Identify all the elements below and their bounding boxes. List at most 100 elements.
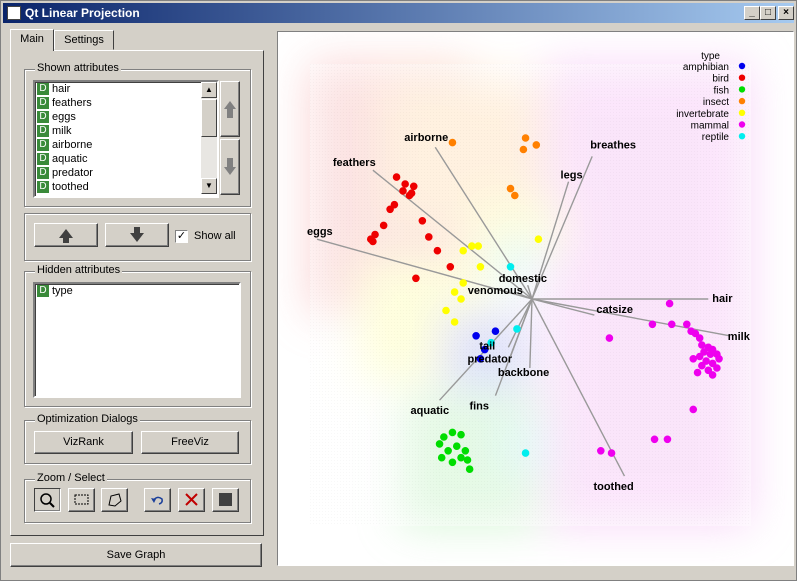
shown-list-scrollbar[interactable]: ▲ ▼ [201, 82, 217, 194]
data-point-mammal [663, 435, 672, 444]
shown-attributes-label: Shown attributes [35, 62, 121, 74]
close-button[interactable]: × [778, 6, 794, 20]
rect-select-button[interactable] [68, 488, 95, 512]
tab-main[interactable]: Main [10, 29, 54, 51]
discrete-attribute-icon: D [37, 139, 49, 152]
data-point-fish [463, 456, 472, 464]
data-point-bird [369, 237, 377, 246]
data-point-fish [457, 430, 465, 439]
legend-title: type [701, 51, 720, 62]
delete-icon [185, 493, 198, 506]
move-down-button[interactable] [220, 139, 240, 195]
show-all-label: Show all [194, 230, 236, 242]
data-point-mammal [695, 334, 704, 342]
data-point-mammal [698, 341, 706, 349]
move-up-button[interactable] [220, 81, 240, 137]
list-item[interactable]: Daquatic [35, 152, 217, 166]
attribute-label: milk [52, 125, 72, 137]
anchor-label-venomous: venomous [468, 285, 523, 297]
show-all-checkbox[interactable]: ✓ [175, 230, 188, 243]
data-point-mammal [693, 368, 702, 377]
minimize-button[interactable]: _ [744, 6, 760, 20]
arrow-down-icon [224, 158, 236, 175]
magnifier-icon [40, 493, 55, 508]
undo-selection-button[interactable] [144, 488, 171, 512]
data-point-fish [457, 453, 465, 462]
anchor-label-breathes: breathes [590, 139, 636, 151]
send-selection-button[interactable] [212, 488, 239, 512]
data-point-bird [386, 205, 394, 214]
attribute-label: hair [52, 83, 71, 95]
optimization-label: Optimization Dialogs [35, 413, 140, 425]
legend-marker-bird [738, 74, 746, 81]
zoom-button[interactable] [34, 488, 61, 512]
anchor-label-backbone: backbone [498, 367, 549, 379]
data-point-invertebrate [459, 279, 468, 287]
data-point-fish [437, 453, 446, 462]
list-item[interactable]: Dpredator [35, 166, 217, 180]
attribute-label: eggs [52, 111, 76, 123]
data-point-invertebrate [468, 242, 476, 250]
data-point-bird [401, 180, 409, 188]
plot-area[interactable]: airborne breathes legs feathers eggs domestic… [277, 31, 794, 566]
attribute-label: toothed [52, 181, 89, 193]
list-item[interactable]: Deggs [35, 110, 217, 124]
list-item[interactable]: Dairborne [35, 138, 217, 152]
linear-projection-chart[interactable]: airborne breathes legs feathers eggs domestic… [278, 32, 793, 565]
discrete-attribute-icon: D [37, 125, 49, 138]
data-point-fish [448, 458, 457, 467]
data-point-bird [409, 182, 418, 191]
vizrank-button[interactable]: VizRank [34, 431, 133, 454]
legend-label-bird: bird [712, 74, 729, 85]
add-attribute-button[interactable] [34, 223, 98, 247]
discrete-attribute-icon: D [37, 153, 49, 166]
data-point-mammal [650, 435, 659, 444]
discrete-attribute-icon: D [37, 181, 49, 194]
polygon-select-button[interactable] [101, 488, 128, 512]
data-point-insect [448, 138, 457, 147]
data-point-invertebrate [450, 288, 459, 296]
tab-settings[interactable]: Settings [54, 30, 114, 50]
remove-attribute-button[interactable] [105, 223, 169, 247]
shown-attributes-list[interactable]: Dhair Dfeathers Deggs Dmilk Dairborne Daquati… [33, 80, 219, 198]
scroll-down-icon[interactable]: ▼ [201, 178, 217, 194]
data-point-insect [521, 134, 530, 142]
maximize-button[interactable]: □ [760, 6, 776, 20]
legend-label-insect: insect [703, 97, 729, 108]
hidden-attributes-label: Hidden attributes [35, 264, 123, 276]
data-point-bird [425, 233, 433, 241]
remove-selection-button[interactable] [178, 488, 205, 512]
data-point-mammal [706, 350, 715, 359]
list-item[interactable]: Dtoothed [35, 180, 217, 194]
data-point-insect [532, 141, 541, 149]
legend-label-mammal: mammal [691, 121, 729, 132]
data-point-insect [519, 145, 528, 154]
list-item[interactable]: Dmilk [35, 124, 217, 138]
arrow-up-icon [224, 101, 236, 118]
data-point-mammal [667, 320, 676, 329]
save-graph-button[interactable]: Save Graph [10, 543, 262, 567]
hidden-attributes-list[interactable]: Dtype [33, 282, 241, 398]
data-point-bird [405, 191, 414, 200]
freeviz-button[interactable]: FreeViz [141, 431, 239, 454]
discrete-attribute-icon: D [37, 83, 49, 96]
list-item[interactable]: Dfeathers [35, 96, 217, 110]
list-item[interactable]: Dhair [35, 82, 217, 96]
data-point-mammal [698, 361, 706, 370]
list-item[interactable]: Dtype [35, 284, 239, 298]
attribute-label: type [52, 285, 73, 297]
data-point-insect [511, 191, 519, 200]
data-point-mammal [689, 355, 698, 363]
discrete-attribute-icon: D [37, 97, 49, 110]
data-point-fish [435, 440, 444, 448]
data-point-fish [465, 465, 474, 474]
data-point-fish [448, 428, 457, 437]
data-point-mammal [605, 334, 614, 342]
scroll-thumb[interactable] [201, 99, 217, 137]
data-point-amphibian [472, 332, 480, 340]
title-bar[interactable]: Qt Linear Projection _ □ × [3, 3, 794, 23]
rectangle-select-icon [74, 494, 89, 505]
undo-icon [151, 496, 163, 505]
scroll-up-icon[interactable]: ▲ [201, 82, 217, 98]
data-point-mammal [713, 364, 721, 372]
